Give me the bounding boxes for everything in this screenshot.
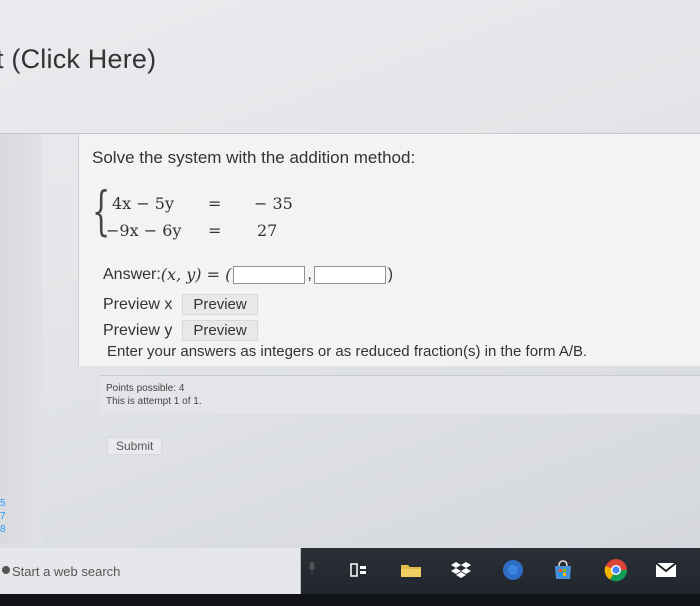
preview-x-label: Preview x bbox=[103, 295, 173, 313]
chrome-icon[interactable] bbox=[603, 558, 629, 582]
task-view-icon[interactable] bbox=[346, 558, 372, 582]
equation-rhs: 27 bbox=[257, 221, 278, 240]
dropbox-icon[interactable] bbox=[448, 558, 474, 582]
mail-icon[interactable] bbox=[653, 558, 679, 582]
file-explorer-icon[interactable] bbox=[398, 558, 424, 582]
question-instructions: Solve the system with the addition metho… bbox=[92, 148, 416, 167]
answer-math-label: (x, y) = ( bbox=[160, 265, 232, 284]
submit-button[interactable]: Submit bbox=[107, 437, 163, 455]
store-icon[interactable] bbox=[550, 558, 576, 582]
preview-y-row: Preview y Preview bbox=[103, 320, 258, 341]
microphone-icon[interactable] bbox=[307, 562, 317, 574]
page-title[interactable]: t (Click Here) bbox=[0, 44, 156, 75]
left-sidebar bbox=[0, 134, 42, 544]
answer-close-paren: ) bbox=[387, 265, 394, 283]
side-scroll-labels: 5 7 8 bbox=[0, 497, 12, 536]
answer-row: Answer: (x, y) = ( , ) bbox=[103, 265, 393, 284]
answer-label: Answer: bbox=[103, 265, 161, 283]
taskbar-bottom-edge bbox=[0, 594, 700, 606]
equation-equals: = bbox=[208, 221, 222, 240]
scroll-label: 5 bbox=[0, 498, 6, 509]
preview-x-button[interactable]: Preview bbox=[182, 294, 258, 315]
points-possible: Points possible: 4 bbox=[106, 383, 185, 394]
taskbar-search-box[interactable]: Start a web search bbox=[0, 548, 317, 594]
answer-format-note: Enter your answers as integers or as red… bbox=[107, 343, 588, 360]
browser-icon[interactable] bbox=[500, 558, 526, 582]
preview-x-row: Preview x Preview bbox=[103, 294, 258, 315]
equation-equals: = bbox=[208, 194, 222, 213]
taskbar: Start a web search bbox=[0, 548, 700, 606]
answer-separator: , bbox=[307, 265, 312, 283]
search-placeholder: Start a web search bbox=[12, 564, 121, 579]
y-answer-input[interactable] bbox=[313, 265, 386, 284]
equation-rhs: − 35 bbox=[254, 194, 293, 213]
search-circle-icon bbox=[2, 566, 10, 574]
equation-lhs: 4x − 5y bbox=[112, 194, 174, 213]
preview-y-button[interactable]: Preview bbox=[182, 320, 258, 341]
attempt-count: This is attempt 1 of 1. bbox=[106, 396, 202, 407]
x-answer-input[interactable] bbox=[233, 265, 306, 284]
scroll-label: 7 bbox=[0, 511, 6, 522]
scroll-label: 8 bbox=[0, 524, 6, 535]
equation-lhs: −9x − 6y bbox=[106, 221, 182, 240]
attempt-info-box: Points possible: 4 This is attempt 1 of … bbox=[100, 375, 700, 414]
preview-y-label: Preview y bbox=[103, 321, 173, 339]
